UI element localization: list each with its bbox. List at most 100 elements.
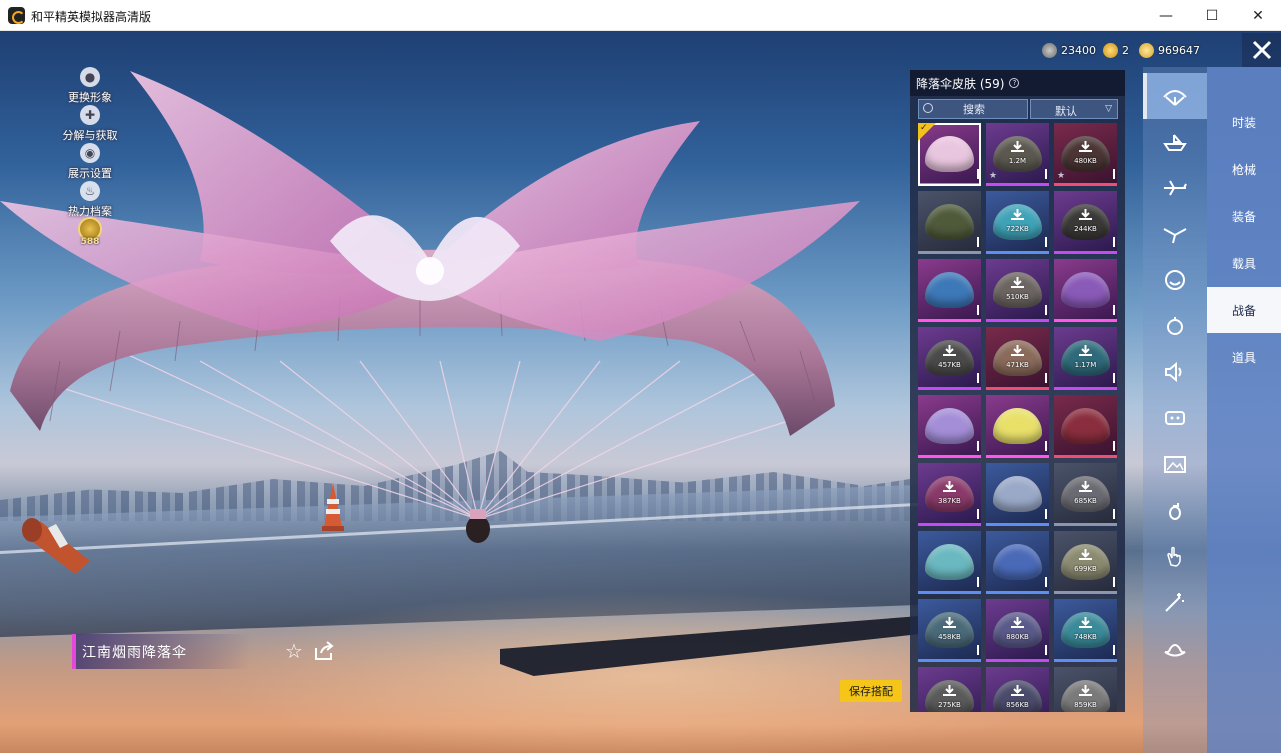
save-outfit-button[interactable]: 保存搭配 <box>840 680 902 702</box>
category-voice[interactable] <box>1143 349 1207 395</box>
favorite-star-icon[interactable]: ☆ <box>285 640 307 662</box>
heat-profile-button[interactable]: ♨ 热力档案 <box>60 181 120 219</box>
search-input[interactable]: 搜索 <box>918 99 1028 119</box>
skin-tile[interactable]: 457KB <box>918 327 981 390</box>
window-titlebar: 和平精英模拟器高清版 — ☐ ✕ <box>0 0 1281 31</box>
quantity-bar <box>977 577 979 587</box>
minimize-button[interactable]: — <box>1143 0 1189 31</box>
share-icon[interactable] <box>313 640 335 662</box>
category-companion[interactable] <box>1143 303 1207 349</box>
help-icon[interactable]: ? <box>1009 78 1020 88</box>
panel-title: 降落伞皮肤 (59) <box>916 76 1005 91</box>
category-magic[interactable] <box>1143 579 1207 625</box>
currency-value: 969647 <box>1158 43 1200 57</box>
sort-label: 默认 <box>1055 105 1077 118</box>
download-size: 275KB <box>938 701 961 709</box>
panel-header: 降落伞皮肤 (59) ? <box>910 70 1125 96</box>
skin-tile[interactable]: ✓ <box>918 123 981 186</box>
window-title: 和平精英模拟器高清版 <box>31 10 152 24</box>
category-photo[interactable] <box>1143 441 1207 487</box>
download-icon <box>1079 209 1092 220</box>
category-icon-rail <box>1143 67 1207 753</box>
skin-tile[interactable]: 880KB <box>986 599 1049 662</box>
tab-3[interactable]: 载具 <box>1207 240 1281 286</box>
quantity-bar <box>1113 373 1115 383</box>
category-plane[interactable] <box>1143 165 1207 211</box>
download-size: 387KB <box>938 497 961 505</box>
tab-0[interactable]: 时装 <box>1207 99 1281 145</box>
skin-tile[interactable]: 699KB <box>1054 531 1117 594</box>
skin-tile[interactable] <box>986 395 1049 458</box>
companion-icon <box>1167 317 1183 335</box>
skin-tile[interactable]: 685KB <box>1054 463 1117 526</box>
skin-tile[interactable] <box>918 191 981 254</box>
download-size: 722KB <box>1006 225 1029 233</box>
quantity-bar <box>1045 577 1047 587</box>
category-hand[interactable] <box>1143 533 1207 579</box>
download-size: 458KB <box>938 633 961 641</box>
category-emote[interactable] <box>1143 257 1207 303</box>
close-icon <box>1252 40 1271 60</box>
check-icon: ✓ <box>920 123 928 133</box>
skin-tile[interactable]: 510KB <box>986 259 1049 322</box>
decompose-button[interactable]: ✚ 分解与获取 <box>60 105 120 143</box>
category-vehicle[interactable] <box>1143 395 1207 441</box>
download-size: 1.17M <box>1074 361 1097 369</box>
skin-tile[interactable]: 244KB <box>1054 191 1117 254</box>
category-grenade[interactable] <box>1143 487 1207 533</box>
tab-5[interactable]: 道具 <box>1207 334 1281 380</box>
category-glider[interactable] <box>1143 211 1207 257</box>
skin-tile[interactable] <box>1054 395 1117 458</box>
voice-icon <box>1165 361 1182 383</box>
skin-tile[interactable]: 748KB <box>1054 599 1117 662</box>
skin-tile[interactable]: 722KB <box>986 191 1049 254</box>
category-hat[interactable] <box>1143 625 1207 671</box>
skin-tile[interactable] <box>986 463 1049 526</box>
grenade-icon <box>1169 503 1181 520</box>
skin-tile[interactable] <box>918 259 981 322</box>
quantity-bar <box>1113 441 1115 451</box>
quantity-bar <box>1113 509 1115 519</box>
maximize-button[interactable]: ☐ <box>1189 0 1235 31</box>
skin-tile[interactable]: 387KB <box>918 463 981 526</box>
skin-tile[interactable]: 856KB <box>986 667 1049 712</box>
quantity-bar <box>1045 441 1047 451</box>
tab-2[interactable]: 装备 <box>1207 193 1281 239</box>
category-parachute[interactable] <box>1143 73 1207 119</box>
download-size: 244KB <box>1074 225 1097 233</box>
close-window-button[interactable]: ✕ <box>1235 0 1281 31</box>
category-boat[interactable] <box>1143 119 1207 165</box>
currency-value: 23400 <box>1061 43 1096 57</box>
skin-tile[interactable]: 859KB <box>1054 667 1117 712</box>
flame-icon: ♨ <box>80 181 100 201</box>
skin-tile[interactable]: 471KB <box>986 327 1049 390</box>
skin-tile[interactable]: 1.17M <box>1054 327 1117 390</box>
sort-dropdown[interactable]: 默认 ▽ <box>1030 99 1118 119</box>
download-icon <box>1079 345 1092 356</box>
skin-tile[interactable] <box>1054 259 1117 322</box>
skin-tile[interactable]: 458KB <box>918 599 981 662</box>
skin-tile[interactable]: 480KB ★ <box>1054 123 1117 186</box>
tab-4[interactable]: 战备 <box>1207 287 1281 333</box>
quantity-bar <box>1045 305 1047 315</box>
skin-tile[interactable] <box>918 395 981 458</box>
tab-1[interactable]: 枪械 <box>1207 146 1281 192</box>
star-icon: ★ <box>989 171 998 181</box>
download-icon <box>1011 345 1024 356</box>
parachute-thumbnail <box>925 204 974 240</box>
quantity-bar <box>1113 577 1115 587</box>
skin-tile[interactable] <box>986 531 1049 594</box>
change-appearance-button[interactable]: ● 更换形象 <box>60 67 120 105</box>
medal-button[interactable]: 588 <box>60 217 120 247</box>
download-icon <box>943 685 956 696</box>
gold-badge-icon <box>1103 42 1118 58</box>
display-settings-button[interactable]: ◉ 展示设置 <box>60 143 120 181</box>
skin-tile[interactable]: 1.2M ★ <box>986 123 1049 186</box>
download-icon <box>1011 685 1024 696</box>
skin-tile[interactable] <box>918 531 981 594</box>
close-panel-button[interactable] <box>1242 33 1281 67</box>
download-icon <box>1011 277 1024 288</box>
quantity-bar <box>1045 645 1047 655</box>
skin-tile[interactable]: 275KB <box>918 667 981 712</box>
parachute-thumbnail <box>925 272 974 308</box>
